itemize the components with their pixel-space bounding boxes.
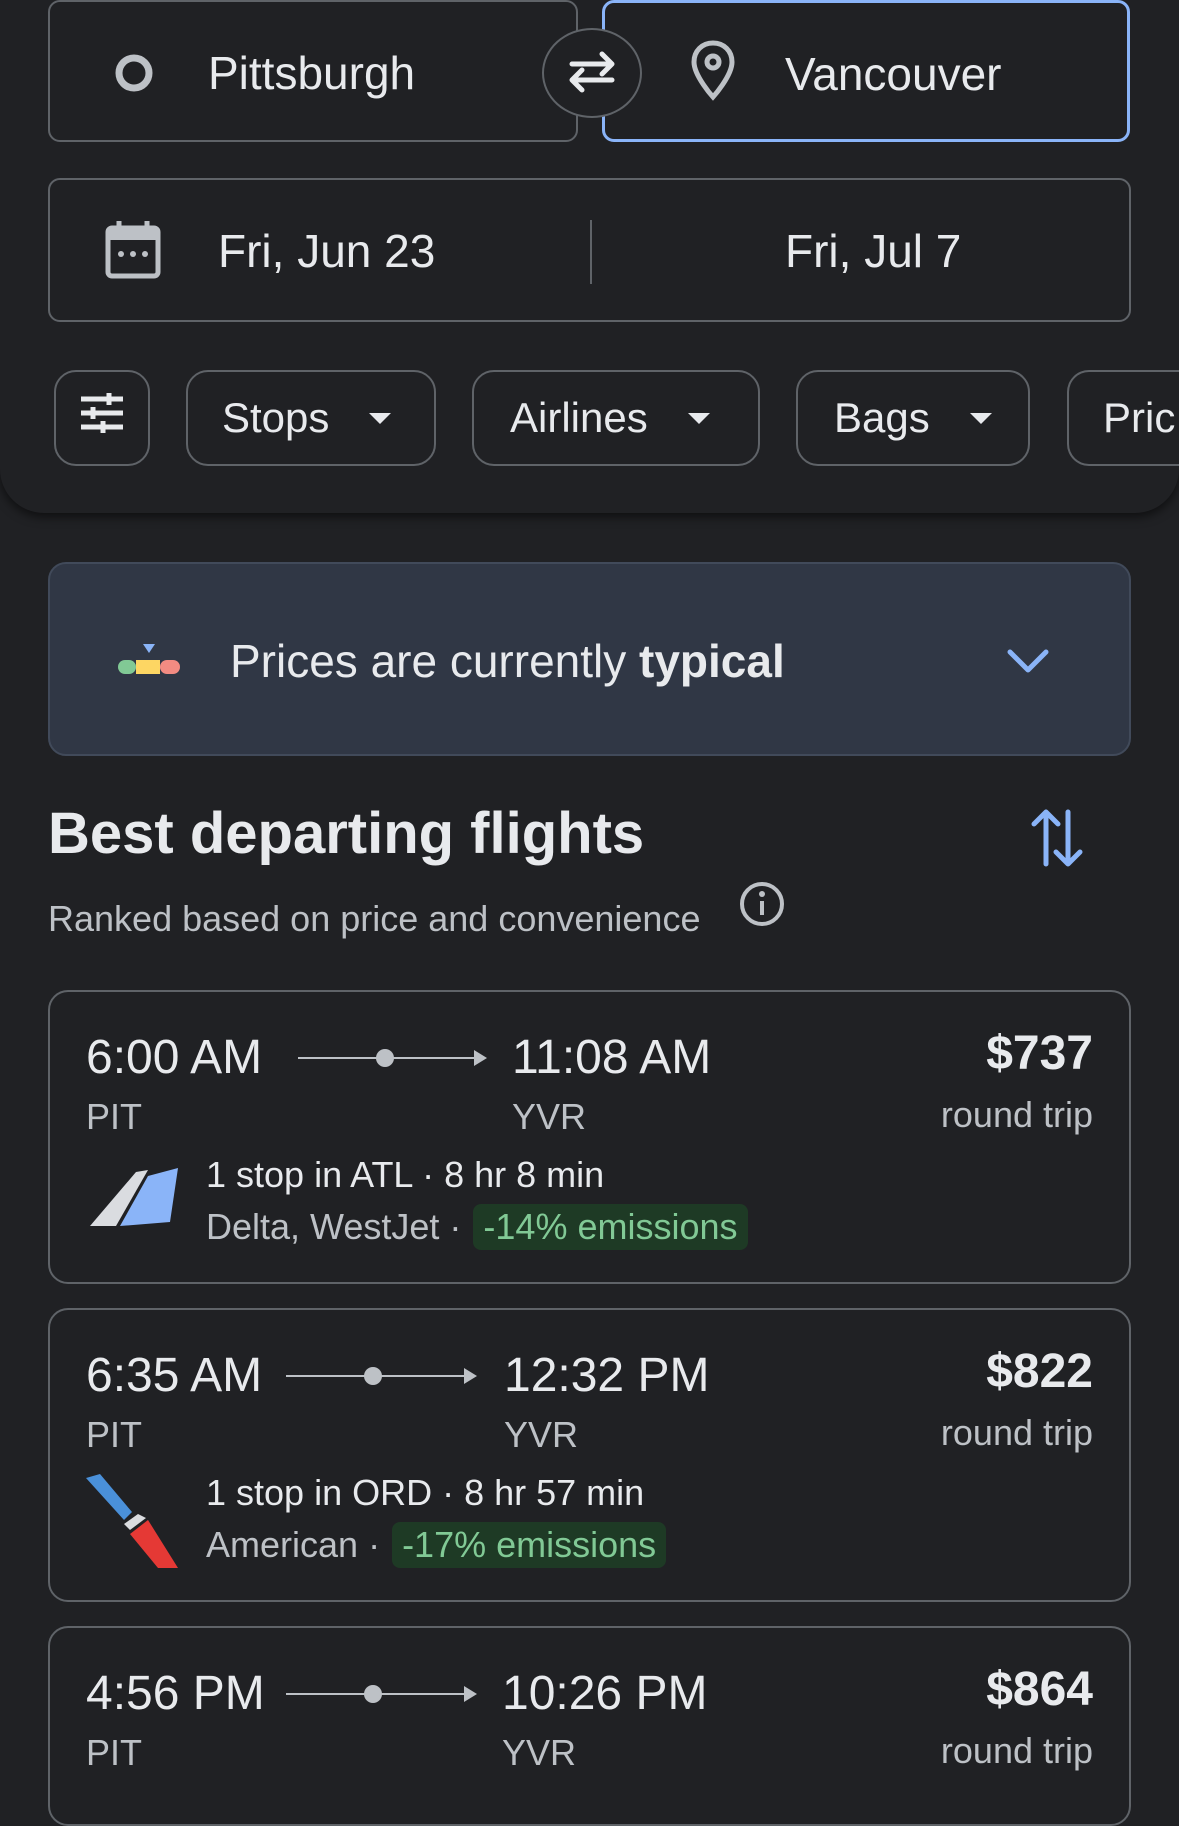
price-insight-prefix: Prices are currently bbox=[230, 635, 640, 687]
emissions-badge: -14% emissions bbox=[473, 1204, 748, 1250]
chip-label: Pric bbox=[1103, 394, 1176, 441]
origin-circle-icon bbox=[114, 53, 154, 98]
airline-names: Delta, WestJet bbox=[206, 1206, 440, 1247]
return-date[interactable]: Fri, Jul 7 bbox=[785, 224, 961, 278]
flight-card[interactable]: 6:35 AM 12:32 PM PIT YVR $822 round trip… bbox=[48, 1308, 1131, 1602]
trip-type: round trip bbox=[940, 1094, 1093, 1135]
stops-text: 1 stop in ATL bbox=[206, 1154, 413, 1195]
price-insight-banner[interactable]: Prices are currently typical bbox=[48, 562, 1131, 756]
chip-label: Bags bbox=[834, 394, 930, 441]
flight-card[interactable]: 4:56 PM 10:26 PM PIT YVR $864 round trip bbox=[48, 1626, 1131, 1826]
origin-code: PIT bbox=[86, 1096, 143, 1137]
chip-label: Airlines bbox=[510, 394, 648, 441]
stops-duration: 1 stop in ORD · 8 hr 57 min bbox=[206, 1472, 645, 1513]
destination-text: Vancouver bbox=[785, 48, 1002, 100]
arrive-time: 12:32 PM bbox=[504, 1349, 710, 1402]
origin-field[interactable]: Pittsburgh bbox=[48, 0, 578, 142]
arrive-time: 11:08 AM bbox=[512, 1031, 712, 1084]
stop-dot bbox=[376, 1049, 394, 1067]
stop-dot bbox=[364, 1367, 382, 1385]
stop-dot bbox=[364, 1685, 382, 1703]
arrive-time: 10:26 PM bbox=[502, 1667, 708, 1720]
delta-westjet-logo-icon bbox=[86, 1160, 178, 1252]
stops-filter-chip[interactable]: Stops bbox=[186, 370, 436, 466]
emissions-badge: -17% emissions bbox=[392, 1522, 667, 1568]
airlines-filter-chip[interactable]: Airlines bbox=[472, 370, 760, 466]
dropdown-caret-icon bbox=[969, 412, 992, 424]
origin-code: PIT bbox=[86, 1414, 143, 1455]
airline-row: Delta, WestJet · -14% emissions bbox=[206, 1204, 748, 1250]
american-airlines-logo-icon bbox=[86, 1474, 178, 1568]
flight-price: $864 bbox=[986, 1663, 1093, 1716]
flight-price: $737 bbox=[986, 1027, 1093, 1080]
destination-code: YVR bbox=[502, 1732, 577, 1773]
chevron-down-icon[interactable] bbox=[1006, 646, 1050, 681]
duration-text: 8 hr 8 min bbox=[444, 1154, 605, 1195]
date-divider bbox=[590, 220, 592, 284]
sort-icon[interactable] bbox=[1030, 806, 1084, 875]
location-pin-icon bbox=[689, 39, 737, 108]
duration-text: 8 hr 57 min bbox=[464, 1472, 645, 1513]
stops-text: 1 stop in ORD bbox=[206, 1472, 433, 1513]
section-subtitle: Ranked based on price and convenience bbox=[48, 898, 701, 939]
price-filter-chip[interactable]: Pric bbox=[1067, 370, 1179, 466]
airline-row: American · -17% emissions bbox=[206, 1522, 667, 1568]
swap-button[interactable] bbox=[542, 28, 642, 118]
depart-time: 6:35 AM bbox=[86, 1349, 263, 1402]
depart-time: 6:00 AM bbox=[86, 1031, 263, 1084]
route-arrow-icon bbox=[464, 1368, 477, 1384]
date-field[interactable]: Fri, Jun 23 Fri, Jul 7 bbox=[48, 178, 1131, 322]
route-arrow-icon bbox=[464, 1686, 477, 1702]
flight-price: $822 bbox=[986, 1345, 1093, 1398]
chip-label: Stops bbox=[222, 394, 330, 441]
price-insight-text: Prices are currently typical bbox=[230, 634, 785, 688]
tune-sliders-icon bbox=[79, 392, 125, 444]
info-icon[interactable] bbox=[738, 880, 786, 933]
price-level-icon bbox=[116, 644, 182, 683]
origin-text: Pittsburgh bbox=[208, 47, 416, 99]
calendar-icon bbox=[104, 218, 162, 285]
origin-code: PIT bbox=[86, 1732, 143, 1773]
trip-type: round trip bbox=[940, 1412, 1093, 1453]
destination-field[interactable]: Vancouver bbox=[602, 0, 1130, 142]
swap-arrows-icon bbox=[562, 46, 622, 101]
destination-code: YVR bbox=[504, 1414, 579, 1455]
trip-type: round trip bbox=[940, 1730, 1093, 1771]
bags-filter-chip[interactable]: Bags bbox=[796, 370, 1030, 466]
airline-names: American bbox=[206, 1524, 359, 1565]
price-insight-emphasis: typical bbox=[639, 635, 785, 687]
flight-card[interactable]: 6:00 AM 11:08 AM PIT YVR $737 round trip… bbox=[48, 990, 1131, 1284]
route-arrow-icon bbox=[474, 1050, 487, 1066]
section-title: Best departing flights bbox=[48, 801, 645, 866]
dropdown-caret-icon bbox=[687, 412, 710, 424]
all-filters-button[interactable] bbox=[54, 370, 150, 466]
stops-duration: 1 stop in ATL · 8 hr 8 min bbox=[206, 1154, 605, 1195]
depart-date[interactable]: Fri, Jun 23 bbox=[218, 224, 435, 278]
destination-code: YVR bbox=[512, 1096, 587, 1137]
depart-time: 4:56 PM bbox=[86, 1667, 265, 1720]
dropdown-caret-icon bbox=[369, 412, 392, 424]
